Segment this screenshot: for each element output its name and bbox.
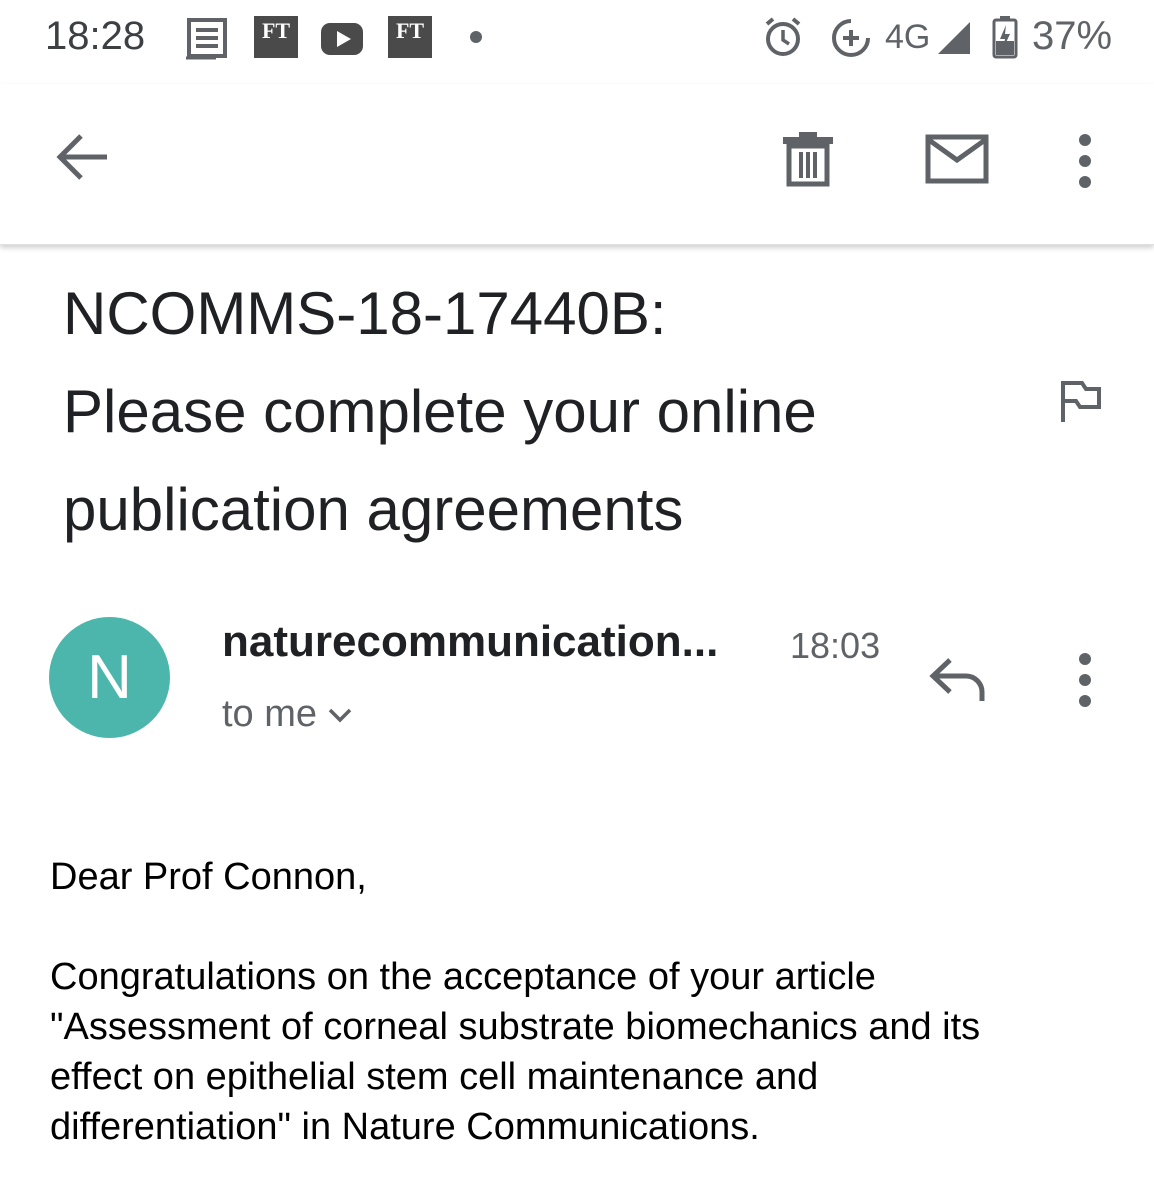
data-saver-icon	[832, 19, 870, 57]
sent-time: 18:03	[790, 625, 881, 666]
signal-icon	[938, 22, 970, 54]
battery-percent: 37%	[1032, 14, 1113, 58]
newspaper-icon	[186, 18, 227, 60]
email-subject: NCOMMS-18-17440B: Please complete your o…	[63, 265, 1023, 559]
paragraph-line: effect on epithelial stem cell maintenan…	[50, 1056, 819, 1098]
email-greeting: Dear Prof Connon,	[50, 856, 367, 898]
subject-line: publication agreements	[63, 476, 684, 543]
status-bar: 18:28 FT FT 4G 37%	[0, 0, 1154, 84]
delete-icon[interactable]	[782, 130, 834, 188]
more-notifications-dot	[470, 31, 482, 43]
recipient-details-toggle[interactable]: to me	[222, 693, 353, 736]
flag-icon[interactable]	[1058, 378, 1104, 424]
sender-name[interactable]: naturecommunication...	[222, 617, 718, 667]
more-vert-icon[interactable]	[1072, 134, 1098, 188]
mark-unread-icon[interactable]	[925, 134, 989, 184]
subject-line: NCOMMS-18-17440B:	[63, 280, 667, 347]
alarm-icon	[765, 17, 801, 56]
youtube-icon	[321, 23, 363, 55]
network-type: 4G	[885, 18, 931, 56]
email-paragraph: Congratulations on the acceptance of you…	[50, 952, 1120, 1152]
avatar[interactable]: N	[49, 617, 170, 738]
paragraph-line: differentiation" in Nature Communication…	[50, 1106, 760, 1148]
email-body: Dear Prof Connon, Congratulations on the…	[50, 852, 1120, 1152]
ft-app-icon: FT	[254, 16, 298, 58]
reply-icon[interactable]	[928, 656, 988, 702]
back-arrow-icon[interactable]	[55, 132, 111, 182]
paragraph-line: Congratulations on the acceptance of you…	[50, 956, 876, 998]
ft-app-icon: FT	[388, 16, 432, 58]
paragraph-line: "Assessment of corneal substrate biomech…	[50, 1006, 981, 1048]
battery-charging-icon	[992, 16, 1018, 59]
message-more-icon[interactable]	[1072, 653, 1098, 707]
chevron-down-icon	[328, 708, 352, 723]
subject-line: Please complete your online	[63, 378, 817, 445]
status-time: 18:28	[45, 14, 146, 58]
toolbar	[0, 84, 1154, 245]
recipient-label: to me	[222, 693, 318, 735]
